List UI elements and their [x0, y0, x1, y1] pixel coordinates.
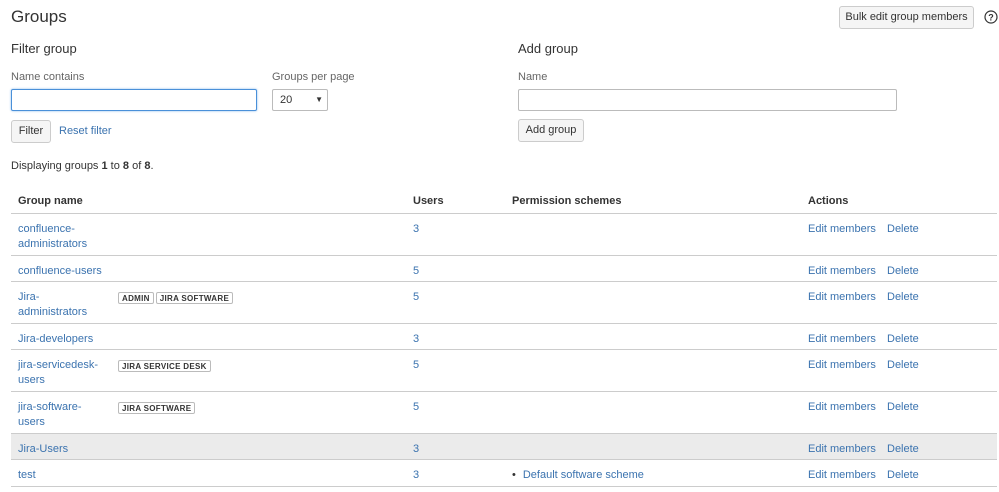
display-of-word: of: [129, 160, 145, 172]
add-group-title: Add group: [518, 41, 578, 56]
group-name-link[interactable]: Jira-administrators: [18, 290, 108, 320]
column-header-users: Users: [413, 195, 444, 207]
edit-members-link[interactable]: Edit members: [808, 358, 876, 373]
display-to-word: to: [107, 160, 123, 172]
table-row: Jira-administrators ADMIN JIRA SOFTWARE 5 Ed…: [11, 282, 997, 324]
display-suffix: .: [150, 160, 154, 172]
display-count: Displaying groups 1 to 8 of 8.: [11, 160, 154, 172]
group-name-link[interactable]: Jira-developers: [18, 332, 108, 347]
users-count-link[interactable]: 5: [413, 400, 419, 415]
edit-members-link[interactable]: Edit members: [808, 400, 876, 415]
users-count-link[interactable]: 5: [413, 358, 419, 373]
groups-per-page-label: Groups per page: [272, 71, 355, 83]
permission-scheme-link[interactable]: Default software scheme: [523, 469, 644, 481]
delete-group-link[interactable]: Delete: [887, 442, 919, 457]
column-header-actions: Actions: [808, 195, 849, 207]
column-header-group-name: Group name: [18, 195, 83, 207]
application-badge: JIRA SOFTWARE: [155, 292, 234, 304]
delete-group-link[interactable]: Delete: [887, 358, 919, 373]
group-name-link[interactable]: confluence-users: [18, 264, 108, 279]
groups-per-page-value: 20: [280, 94, 293, 106]
delete-group-link[interactable]: Delete: [887, 264, 919, 279]
edit-members-link[interactable]: Edit members: [808, 442, 876, 457]
table-row: jira-software-users JIRA SOFTWARE 5 Edit me…: [11, 392, 997, 434]
page-title: Groups: [11, 7, 67, 26]
application-badge: JIRA SOFTWARE: [118, 402, 196, 414]
name-contains-input[interactable]: [11, 89, 257, 111]
users-count-link[interactable]: 3: [413, 332, 419, 347]
delete-group-link[interactable]: Delete: [887, 332, 919, 347]
table-row: Jira-developers 3 Edit members Delete: [11, 324, 997, 350]
application-badges: JIRA SERVICE DESK: [118, 358, 213, 372]
filter-group-title: Filter group: [11, 41, 77, 56]
table-row: confluence-users 5 Edit members Delete: [11, 256, 997, 282]
question-circle-icon[interactable]: ?: [984, 10, 998, 24]
permission-schemes-list: • Default software scheme: [512, 468, 644, 483]
name-contains-label: Name contains: [11, 71, 85, 83]
edit-members-link[interactable]: Edit members: [808, 222, 876, 237]
filter-button[interactable]: Filter: [11, 120, 51, 143]
users-count-link[interactable]: 3: [413, 222, 419, 237]
delete-group-link[interactable]: Delete: [887, 468, 919, 483]
group-name-link[interactable]: jira-software-users: [18, 400, 108, 430]
bullet-icon: •: [512, 469, 516, 481]
table-row: jira-servicedesk-users JIRA SERVICE DESK 5…: [11, 350, 997, 392]
delete-group-link[interactable]: Delete: [887, 222, 919, 237]
users-count-link[interactable]: 3: [413, 468, 419, 483]
group-name-link[interactable]: jira-servicedesk-users: [18, 358, 108, 388]
users-count-link[interactable]: 5: [413, 264, 419, 279]
delete-group-link[interactable]: Delete: [887, 290, 919, 305]
delete-group-link[interactable]: Delete: [887, 400, 919, 415]
application-badge: ADMIN: [118, 292, 154, 304]
application-badges: JIRA SOFTWARE: [118, 400, 197, 414]
add-group-button[interactable]: Add group: [518, 119, 584, 142]
edit-members-link[interactable]: Edit members: [808, 264, 876, 279]
groups-per-page-select[interactable]: 20 ▼: [272, 89, 328, 111]
svg-text:?: ?: [988, 13, 994, 23]
application-badges: ADMIN JIRA SOFTWARE: [118, 290, 235, 304]
application-badge: JIRA SERVICE DESK: [118, 360, 211, 372]
reset-filter-link[interactable]: Reset filter: [59, 125, 112, 137]
group-name-link[interactable]: Jira-Users: [18, 442, 108, 457]
add-group-name-input[interactable]: [518, 89, 897, 111]
edit-members-link[interactable]: Edit members: [808, 468, 876, 483]
users-count-link[interactable]: 3: [413, 442, 419, 457]
caret-down-icon: ▼: [315, 95, 323, 104]
table-row: Jira-Users 3 Edit members Delete: [11, 434, 997, 460]
users-count-link[interactable]: 5: [413, 290, 419, 305]
table-row: confluence-administrators 3 Edit members De…: [11, 214, 997, 256]
edit-members-link[interactable]: Edit members: [808, 332, 876, 347]
table-row: test 3 • Default software scheme Edit member…: [11, 460, 997, 487]
group-name-link[interactable]: test: [18, 468, 108, 483]
column-header-permission-schemes: Permission schemes: [512, 195, 622, 207]
edit-members-link[interactable]: Edit members: [808, 290, 876, 305]
group-name-link[interactable]: confluence-administrators: [18, 222, 108, 252]
bulk-edit-members-button[interactable]: Bulk edit group members: [839, 6, 974, 29]
display-prefix: Displaying groups: [11, 160, 102, 172]
add-group-name-label: Name: [518, 71, 548, 83]
